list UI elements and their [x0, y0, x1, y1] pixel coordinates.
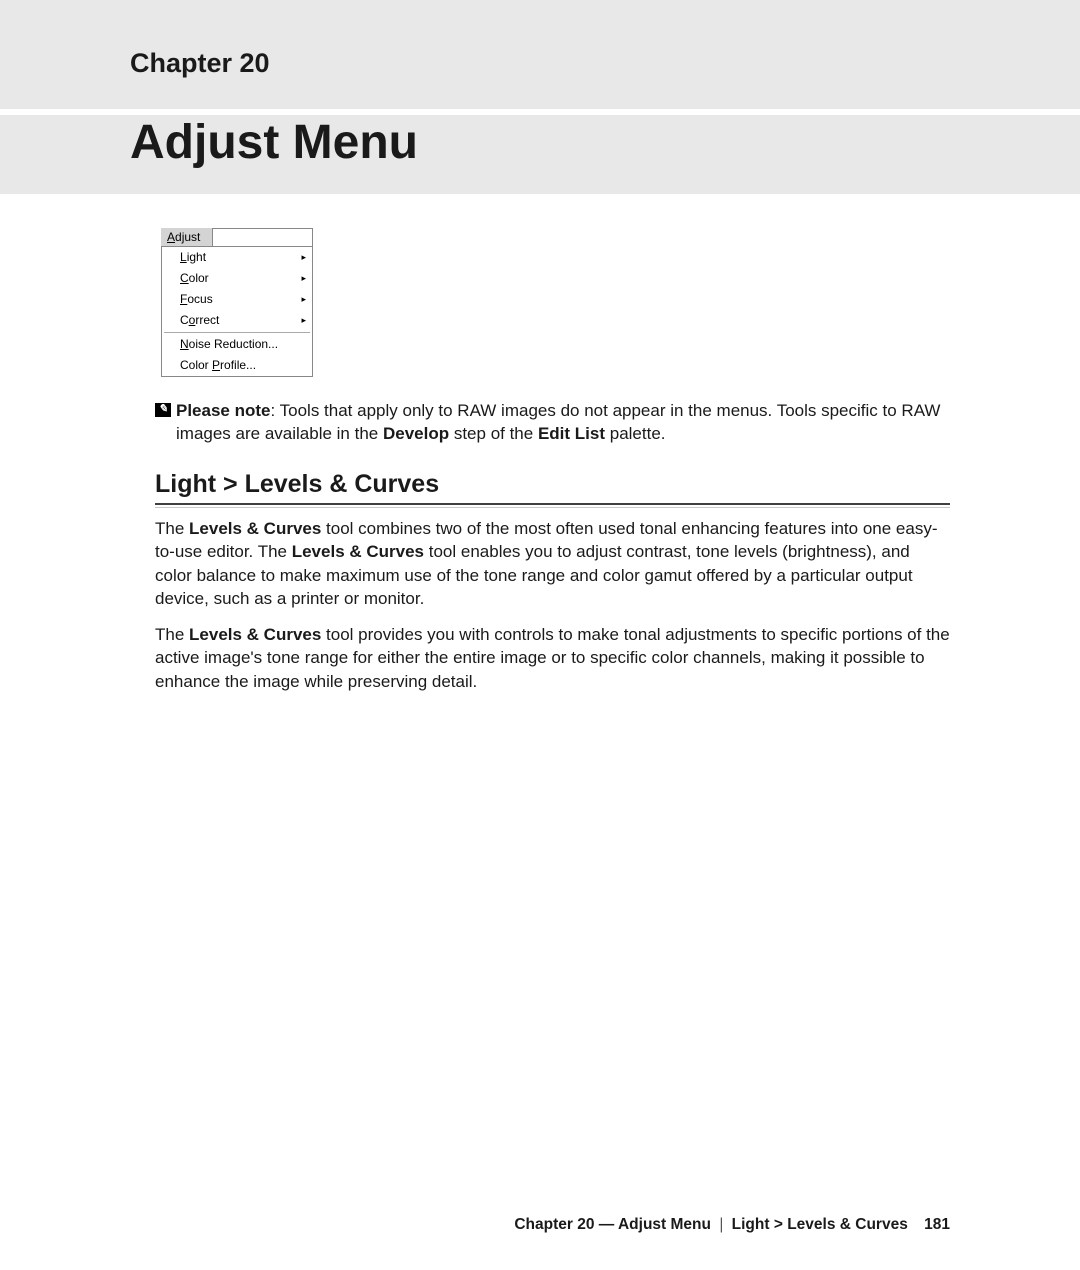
- footer-breadcrumb: Light > Levels & Curves: [732, 1216, 908, 1233]
- menu-item-label: Noise Reduction...: [180, 337, 278, 352]
- menu-item-label: Correct: [180, 313, 219, 328]
- note-text: Please note: Tools that apply only to RA…: [176, 399, 950, 446]
- submenu-arrow-icon: ▸: [301, 273, 306, 284]
- chapter-header-band: Chapter 20 Adjust Menu: [0, 0, 1080, 194]
- footer-separator: |: [719, 1216, 723, 1233]
- page-footer: Chapter 20 — Adjust Menu | Light > Level…: [514, 1216, 950, 1234]
- submenu-arrow-icon: ▸: [301, 315, 306, 326]
- pencil-icon: ✎: [155, 403, 171, 417]
- menu-item[interactable]: Color Profile...: [162, 355, 312, 376]
- chapter-label: Chapter 20: [130, 48, 950, 79]
- menu-divider: [164, 332, 310, 333]
- chapter-title: Adjust Menu: [0, 115, 1080, 194]
- menu-item[interactable]: Color ▸: [162, 268, 312, 289]
- submenu-arrow-icon: ▸: [301, 252, 306, 263]
- body-paragraph: The Levels & Curves tool combines two of…: [155, 517, 950, 611]
- note-block: ✎ Please note: Tools that apply only to …: [155, 399, 950, 446]
- menu-item[interactable]: Correct ▸: [162, 310, 312, 331]
- menu-title: Adjust: [161, 228, 213, 247]
- note-lead: Please note: [176, 401, 271, 420]
- menu-item[interactable]: Focus ▸: [162, 289, 312, 310]
- menu-item[interactable]: Light ▸: [162, 247, 312, 268]
- menu-item-label: Color Profile...: [180, 358, 256, 373]
- section-heading-light-levels-curves: Light > Levels & Curves: [155, 470, 950, 505]
- menu-item-label: Light: [180, 250, 206, 265]
- menu-item-label: Color: [180, 271, 209, 286]
- page-number: 181: [924, 1216, 950, 1233]
- submenu-arrow-icon: ▸: [301, 294, 306, 305]
- footer-chapter: Chapter 20 — Adjust Menu: [514, 1216, 711, 1233]
- adjust-menu-screenshot: Adjust Light ▸ Color ▸ Focus ▸ Correct ▸ Noise …: [161, 228, 313, 377]
- menu-item-label: Focus: [180, 292, 213, 307]
- body-paragraph: The Levels & Curves tool provides you wi…: [155, 623, 950, 693]
- menu-item[interactable]: Noise Reduction...: [162, 334, 312, 355]
